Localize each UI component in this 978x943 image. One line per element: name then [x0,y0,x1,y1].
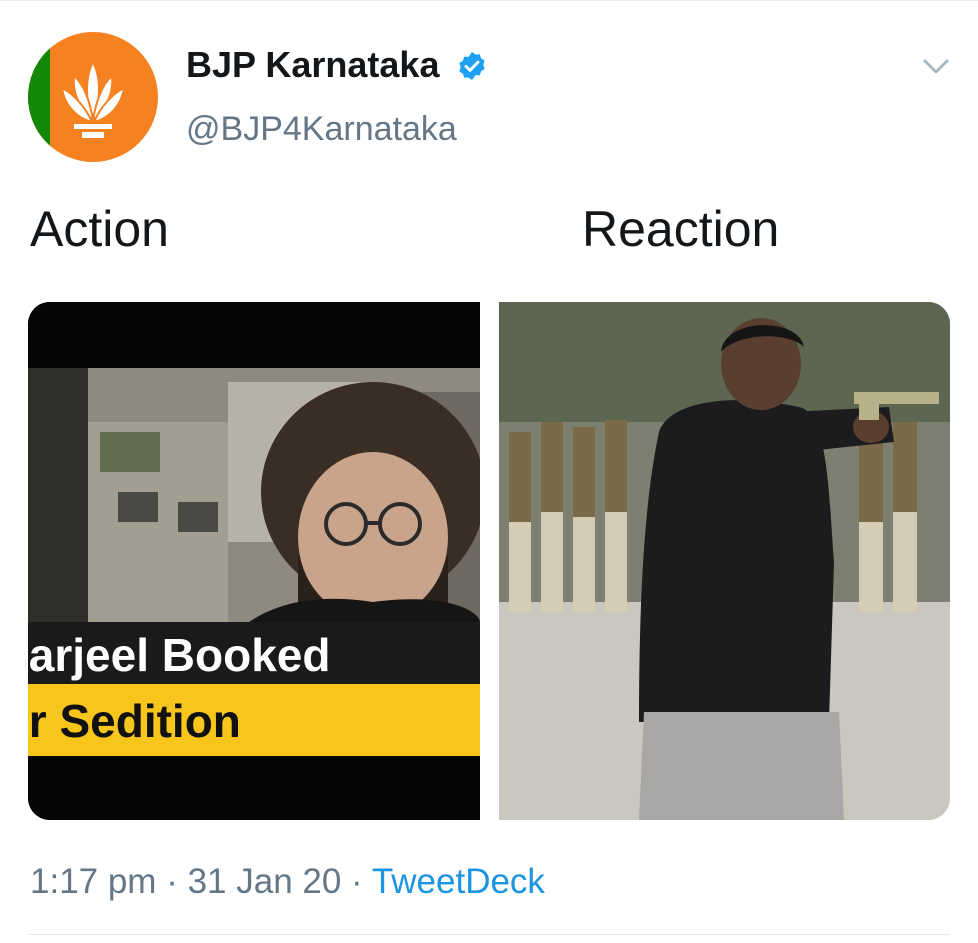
meta-separator: · [156,862,188,901]
verified-badge-icon [459,52,485,80]
top-divider [0,0,978,1]
photo-illustration [499,302,950,820]
banner-headline-line2: ır Sedition [28,695,241,747]
tweet-source-link[interactable]: TweetDeck [372,862,545,901]
media-caption-left: Action [30,201,169,257]
media-image-left[interactable]: ıarjeel Booked ır Sedition [28,302,480,820]
profile-avatar[interactable] [28,32,158,162]
tweet-time[interactable]: 1:17 pm [30,862,156,901]
media-image-right[interactable] [499,302,950,820]
banner-headline-line1: ıarjeel Booked [28,629,331,681]
meta-separator-2: · [341,862,372,901]
tweet-meta: 1:17 pm · 31 Jan 20 · TweetDeck [30,862,545,902]
author-handle[interactable]: @BJP4Karnataka [186,110,457,149]
chevron-down-icon[interactable] [920,56,952,78]
author-name[interactable]: BJP Karnataka [186,44,439,86]
tweet-date[interactable]: 31 Jan 20 [188,862,342,901]
bjp-lotus-logo-icon [60,59,126,138]
bottom-divider [28,934,950,935]
media-caption-right: Reaction [582,201,780,257]
